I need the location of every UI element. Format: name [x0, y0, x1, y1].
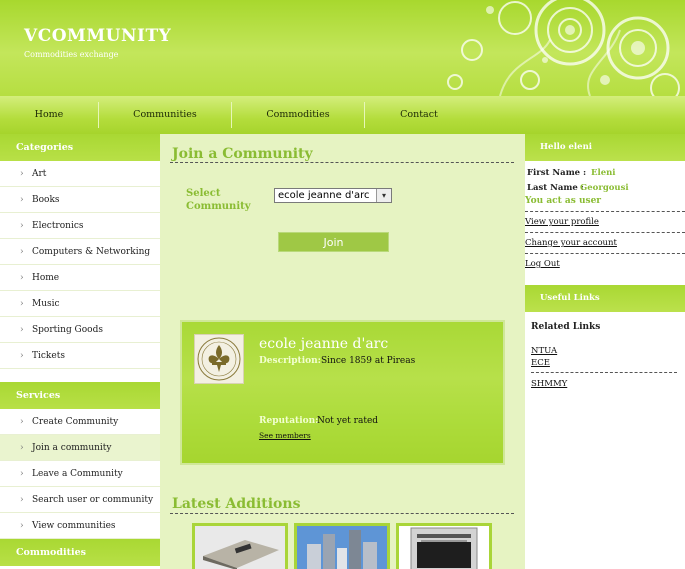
latest-divider	[170, 513, 514, 514]
first-name-value: Eleni	[591, 168, 616, 178]
hello-header: Hello eleni	[525, 134, 685, 161]
chevron-right-icon: ›	[20, 169, 24, 179]
site-logo[interactable]: VCOMMUNITY	[24, 26, 171, 46]
reputation-value: Not yet rated	[317, 416, 379, 426]
chevron-right-icon: ›	[20, 469, 24, 479]
left-sidebar: Categories › Art › Books › Electronics › Com…	[0, 134, 160, 569]
category-item-music[interactable]: › Music	[0, 291, 160, 317]
join-title: Join a Community	[172, 146, 313, 162]
related-links-title: Related Links	[531, 322, 601, 332]
service-join-community[interactable]: › Join a community	[0, 435, 160, 461]
chevron-right-icon: ›	[20, 247, 24, 257]
nav-contact[interactable]: Contact	[365, 96, 473, 134]
community-select[interactable]: ecole jeanne d'arc ▾	[274, 188, 392, 203]
nav-commodities[interactable]: Commodities	[232, 96, 364, 134]
service-create-community[interactable]: › Create Community	[0, 409, 160, 435]
chevron-right-icon: ›	[20, 195, 24, 205]
see-members-link[interactable]: See members	[259, 431, 311, 440]
view-profile-link[interactable]: View your profile	[525, 217, 599, 227]
reputation-label: Reputation:	[259, 416, 319, 426]
description-value: Since 1859 at Pireas	[321, 356, 416, 366]
category-item-computers[interactable]: › Computers & Networking	[0, 239, 160, 265]
main-content: Join a Community Select Community ecole …	[160, 134, 525, 569]
decorative-swirls	[447, 0, 680, 96]
category-item-books[interactable]: › Books	[0, 187, 160, 213]
commodities-header: Commodities	[0, 539, 160, 566]
last-name-label: Last Name :	[527, 183, 584, 193]
category-item-electronics[interactable]: › Electronics	[0, 213, 160, 239]
category-item-sporting-goods[interactable]: › Sporting Goods	[0, 317, 160, 343]
related-divider	[531, 372, 677, 373]
categories-header: Categories	[0, 134, 160, 161]
chevron-right-icon: ›	[20, 351, 24, 361]
product-image	[399, 526, 489, 569]
service-leave-community[interactable]: › Leave a Community	[0, 461, 160, 487]
service-search[interactable]: › Search user or community	[0, 487, 160, 513]
links-divider	[525, 253, 685, 254]
product-image	[195, 526, 285, 569]
site-slogan: Commodities exchange	[24, 50, 119, 59]
chevron-right-icon: ›	[20, 417, 24, 427]
last-name-value: Georgousi	[580, 183, 629, 193]
chevron-right-icon: ›	[20, 273, 24, 283]
right-sidebar: Hello eleni First Name : Eleni Last Name…	[525, 134, 685, 569]
chevron-down-icon[interactable]: ▾	[376, 189, 391, 202]
latest-item-thumbnail[interactable]	[294, 523, 390, 569]
latest-additions-title: Latest Additions	[172, 496, 301, 512]
community-name: ecole jeanne d'arc	[259, 336, 389, 352]
logout-link[interactable]: Log Out	[525, 259, 560, 269]
latest-item-thumbnail[interactable]	[396, 523, 492, 569]
community-logo	[194, 334, 244, 384]
chevron-right-icon: ›	[20, 521, 24, 531]
community-card: ecole jeanne d'arc Description: Since 18…	[180, 320, 505, 465]
links-divider	[525, 232, 685, 233]
select-community-label: Select Community	[186, 188, 251, 212]
category-item-tickets[interactable]: › Tickets	[0, 343, 160, 369]
related-link-ece[interactable]: ECE	[531, 358, 550, 368]
service-view-communities[interactable]: › View communities	[0, 513, 160, 539]
chevron-right-icon: ›	[20, 221, 24, 231]
category-item-art[interactable]: › Art	[0, 161, 160, 187]
chevron-right-icon: ›	[20, 443, 24, 453]
nav-communities[interactable]: Communities	[99, 96, 231, 134]
join-button[interactable]: Join	[278, 232, 389, 252]
role-text: You act as user	[525, 196, 602, 206]
chevron-right-icon: ›	[20, 495, 24, 505]
related-link-shmmy[interactable]: SHMMY	[531, 379, 567, 389]
description-label: Description:	[259, 356, 321, 366]
title-divider	[170, 162, 514, 163]
related-link-ntua[interactable]: NTUA	[531, 346, 557, 356]
chevron-right-icon: ›	[20, 325, 24, 335]
services-header: Services	[0, 382, 160, 409]
links-divider	[525, 211, 685, 212]
fleur-de-lis-icon	[197, 337, 241, 381]
change-account-link[interactable]: Change your account	[525, 238, 617, 248]
main-nav: Home Communities Commodities Contact	[0, 96, 685, 134]
useful-links-header: Useful Links	[525, 285, 685, 312]
chevron-right-icon: ›	[20, 299, 24, 309]
category-item-home[interactable]: › Home	[0, 265, 160, 291]
latest-item-thumbnail[interactable]	[192, 523, 288, 569]
header: VCOMMUNITY Commodities exchange	[0, 0, 685, 96]
nav-home[interactable]: Home	[0, 96, 98, 134]
first-name-label: First Name :	[527, 168, 587, 178]
product-image	[297, 526, 387, 569]
